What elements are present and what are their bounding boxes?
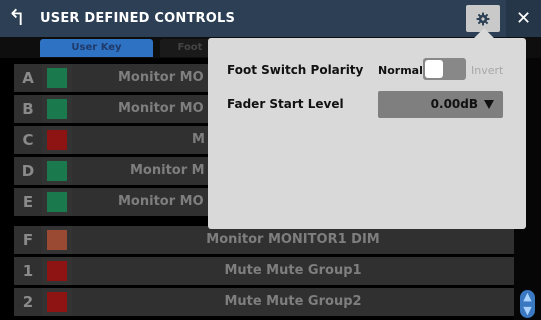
function-button[interactable]: Monitor MONITOR1 DIM [72, 226, 514, 254]
color-button[interactable] [42, 95, 72, 123]
color-button[interactable] [42, 126, 72, 154]
color-swatch [47, 292, 67, 312]
color-button[interactable] [42, 257, 72, 285]
close-button[interactable]: ✕ [506, 0, 541, 37]
color-swatch [47, 230, 67, 250]
color-swatch [47, 192, 67, 212]
color-swatch [47, 68, 67, 88]
key-label: B [14, 95, 42, 123]
fader-start-level-value: 0.00dB [430, 97, 478, 111]
key-label: E [14, 188, 42, 216]
polarity-invert-label: Invert [471, 64, 504, 77]
color-button[interactable] [42, 226, 72, 254]
color-swatch [47, 261, 67, 281]
fader-start-level-select[interactable]: 0.00dB [378, 91, 503, 118]
key-label: 1 [14, 257, 42, 285]
key-label: C [14, 126, 42, 154]
color-swatch [47, 130, 67, 150]
back-arrow-icon: ↰ [7, 6, 27, 31]
color-swatch [47, 99, 67, 119]
close-icon: ✕ [515, 8, 532, 29]
list-item: 1 Mute Mute Group1 [14, 257, 514, 285]
color-button[interactable] [42, 64, 72, 92]
list-item: F Monitor MONITOR1 DIM [14, 226, 514, 254]
chevron-down-icon [484, 100, 494, 109]
tab-user-key[interactable]: User Key [40, 39, 153, 57]
function-button[interactable]: Mute Mute Group2 [72, 288, 514, 316]
polarity-normal-label: Normal [378, 64, 423, 77]
scroll-updown-icon[interactable]: ▲ ▼ [520, 290, 535, 318]
color-button[interactable] [42, 188, 72, 216]
back-button[interactable]: ↰ [0, 0, 34, 37]
key-label: A [14, 64, 42, 92]
page-title: USER DEFINED CONTROLS [40, 11, 236, 26]
key-label: F [14, 226, 42, 254]
gear-icon [476, 12, 490, 25]
toggle-knob [425, 60, 443, 78]
function-button[interactable]: Mute Mute Group1 [72, 257, 514, 285]
key-label: D [14, 157, 42, 185]
fader-start-level-label: Fader Start Level [227, 97, 344, 111]
color-button[interactable] [42, 288, 72, 316]
title-bar: ↰ USER DEFINED CONTROLS ✕ [0, 0, 541, 37]
settings-popup: Foot Switch Polarity Normal Invert Fader… [208, 38, 526, 229]
foot-switch-polarity-label: Foot Switch Polarity [227, 63, 364, 77]
list-item: 2 Mute Mute Group2 [14, 288, 514, 316]
key-label: 2 [14, 288, 42, 316]
polarity-toggle[interactable] [423, 58, 466, 80]
color-button[interactable] [42, 157, 72, 185]
color-swatch [47, 161, 67, 181]
